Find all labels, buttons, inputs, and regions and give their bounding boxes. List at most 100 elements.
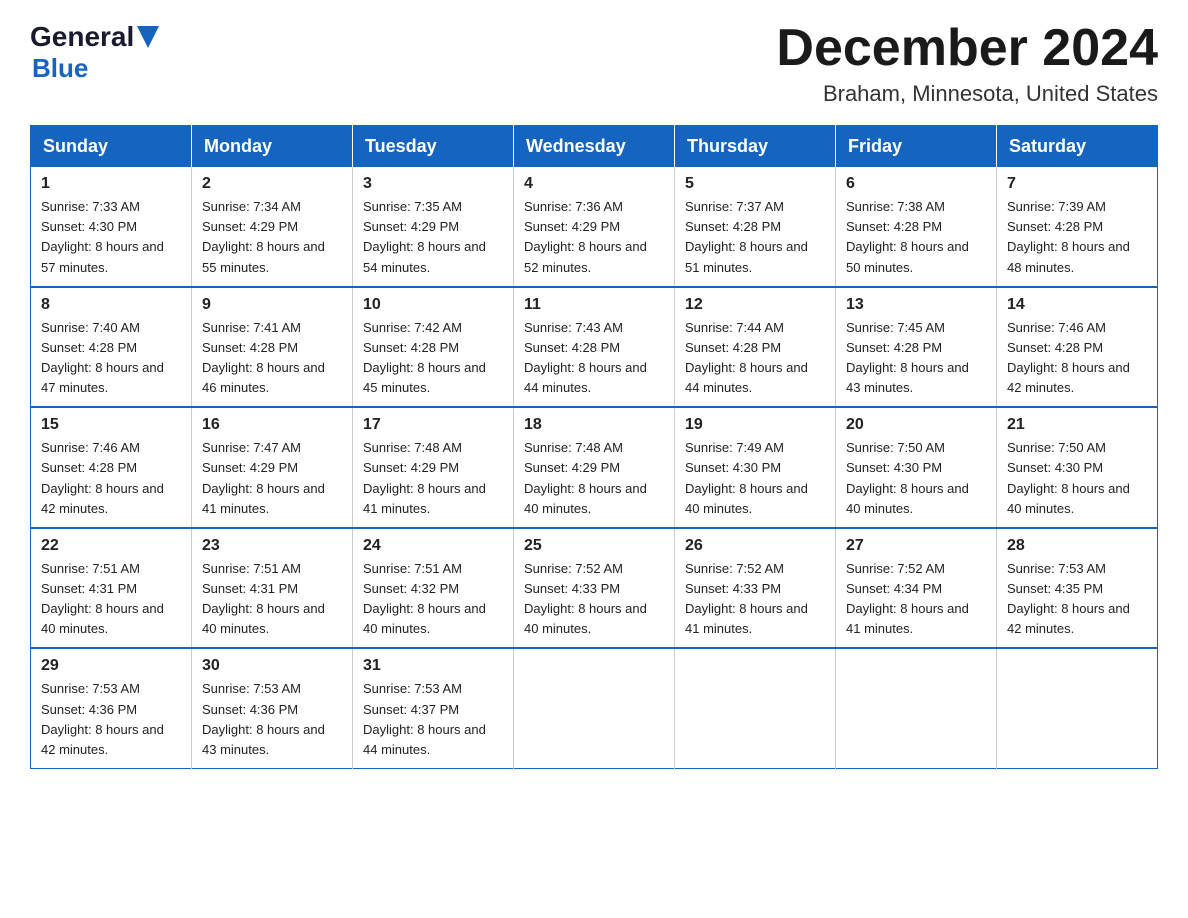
calendar-week-row: 29 Sunrise: 7:53 AMSunset: 4:36 PMDaylig… [31,648,1158,768]
day-number: 2 [202,175,342,193]
day-number: 28 [1007,537,1147,555]
calendar-cell: 1 Sunrise: 7:33 AMSunset: 4:30 PMDayligh… [31,167,192,287]
day-info: Sunrise: 7:45 AMSunset: 4:28 PMDaylight:… [846,320,969,395]
day-info: Sunrise: 7:53 AMSunset: 4:37 PMDaylight:… [363,681,486,756]
day-number: 24 [363,537,503,555]
day-number: 7 [1007,175,1147,193]
calendar-cell: 5 Sunrise: 7:37 AMSunset: 4:28 PMDayligh… [675,167,836,287]
day-info: Sunrise: 7:39 AMSunset: 4:28 PMDaylight:… [1007,199,1130,274]
calendar-cell: 25 Sunrise: 7:52 AMSunset: 4:33 PMDaylig… [514,528,675,649]
day-info: Sunrise: 7:43 AMSunset: 4:28 PMDaylight:… [524,320,647,395]
day-info: Sunrise: 7:44 AMSunset: 4:28 PMDaylight:… [685,320,808,395]
header-sunday: Sunday [31,126,192,168]
day-number: 3 [363,175,503,193]
calendar-table: Sunday Monday Tuesday Wednesday Thursday… [30,125,1158,769]
day-number: 1 [41,175,181,193]
calendar-cell: 3 Sunrise: 7:35 AMSunset: 4:29 PMDayligh… [353,167,514,287]
calendar-cell: 19 Sunrise: 7:49 AMSunset: 4:30 PMDaylig… [675,407,836,528]
day-number: 27 [846,537,986,555]
day-number: 4 [524,175,664,193]
day-info: Sunrise: 7:38 AMSunset: 4:28 PMDaylight:… [846,199,969,274]
day-number: 31 [363,657,503,675]
day-number: 30 [202,657,342,675]
logo-blue-text: Blue [32,53,88,84]
calendar-cell: 12 Sunrise: 7:44 AMSunset: 4:28 PMDaylig… [675,287,836,408]
day-info: Sunrise: 7:50 AMSunset: 4:30 PMDaylight:… [1007,440,1130,515]
calendar-cell: 30 Sunrise: 7:53 AMSunset: 4:36 PMDaylig… [192,648,353,768]
calendar-cell [675,648,836,768]
calendar-cell: 16 Sunrise: 7:47 AMSunset: 4:29 PMDaylig… [192,407,353,528]
header-wednesday: Wednesday [514,126,675,168]
calendar-title: December 2024 [776,20,1158,77]
day-number: 12 [685,296,825,314]
logo: General Blue [30,20,159,84]
page-header: General Blue December 2024 Braham, Minne… [30,20,1158,107]
day-info: Sunrise: 7:36 AMSunset: 4:29 PMDaylight:… [524,199,647,274]
calendar-cell: 7 Sunrise: 7:39 AMSunset: 4:28 PMDayligh… [997,167,1158,287]
calendar-cell: 9 Sunrise: 7:41 AMSunset: 4:28 PMDayligh… [192,287,353,408]
calendar-cell: 11 Sunrise: 7:43 AMSunset: 4:28 PMDaylig… [514,287,675,408]
calendar-cell: 24 Sunrise: 7:51 AMSunset: 4:32 PMDaylig… [353,528,514,649]
day-info: Sunrise: 7:51 AMSunset: 4:31 PMDaylight:… [41,561,164,636]
day-number: 16 [202,416,342,434]
day-number: 6 [846,175,986,193]
calendar-cell [514,648,675,768]
calendar-week-row: 15 Sunrise: 7:46 AMSunset: 4:28 PMDaylig… [31,407,1158,528]
calendar-cell: 29 Sunrise: 7:53 AMSunset: 4:36 PMDaylig… [31,648,192,768]
calendar-cell: 31 Sunrise: 7:53 AMSunset: 4:37 PMDaylig… [353,648,514,768]
day-info: Sunrise: 7:41 AMSunset: 4:28 PMDaylight:… [202,320,325,395]
logo-general-text: General [30,21,134,53]
header-tuesday: Tuesday [353,126,514,168]
day-number: 29 [41,657,181,675]
calendar-cell: 6 Sunrise: 7:38 AMSunset: 4:28 PMDayligh… [836,167,997,287]
day-number: 13 [846,296,986,314]
day-info: Sunrise: 7:52 AMSunset: 4:33 PMDaylight:… [685,561,808,636]
calendar-cell: 27 Sunrise: 7:52 AMSunset: 4:34 PMDaylig… [836,528,997,649]
day-number: 5 [685,175,825,193]
day-number: 23 [202,537,342,555]
day-number: 10 [363,296,503,314]
day-info: Sunrise: 7:34 AMSunset: 4:29 PMDaylight:… [202,199,325,274]
day-info: Sunrise: 7:52 AMSunset: 4:33 PMDaylight:… [524,561,647,636]
calendar-cell: 26 Sunrise: 7:52 AMSunset: 4:33 PMDaylig… [675,528,836,649]
day-info: Sunrise: 7:40 AMSunset: 4:28 PMDaylight:… [41,320,164,395]
day-info: Sunrise: 7:48 AMSunset: 4:29 PMDaylight:… [363,440,486,515]
weekday-header-row: Sunday Monday Tuesday Wednesday Thursday… [31,126,1158,168]
calendar-cell: 18 Sunrise: 7:48 AMSunset: 4:29 PMDaylig… [514,407,675,528]
calendar-cell: 15 Sunrise: 7:46 AMSunset: 4:28 PMDaylig… [31,407,192,528]
calendar-cell: 17 Sunrise: 7:48 AMSunset: 4:29 PMDaylig… [353,407,514,528]
calendar-cell: 22 Sunrise: 7:51 AMSunset: 4:31 PMDaylig… [31,528,192,649]
header-saturday: Saturday [997,126,1158,168]
day-info: Sunrise: 7:33 AMSunset: 4:30 PMDaylight:… [41,199,164,274]
title-block: December 2024 Braham, Minnesota, United … [776,20,1158,107]
day-number: 9 [202,296,342,314]
day-info: Sunrise: 7:51 AMSunset: 4:31 PMDaylight:… [202,561,325,636]
day-info: Sunrise: 7:46 AMSunset: 4:28 PMDaylight:… [1007,320,1130,395]
day-number: 11 [524,296,664,314]
day-info: Sunrise: 7:37 AMSunset: 4:28 PMDaylight:… [685,199,808,274]
calendar-subtitle: Braham, Minnesota, United States [776,81,1158,107]
day-info: Sunrise: 7:35 AMSunset: 4:29 PMDaylight:… [363,199,486,274]
day-number: 17 [363,416,503,434]
calendar-cell [997,648,1158,768]
day-info: Sunrise: 7:53 AMSunset: 4:35 PMDaylight:… [1007,561,1130,636]
day-info: Sunrise: 7:42 AMSunset: 4:28 PMDaylight:… [363,320,486,395]
day-number: 19 [685,416,825,434]
day-info: Sunrise: 7:53 AMSunset: 4:36 PMDaylight:… [41,681,164,756]
calendar-cell: 21 Sunrise: 7:50 AMSunset: 4:30 PMDaylig… [997,407,1158,528]
day-info: Sunrise: 7:48 AMSunset: 4:29 PMDaylight:… [524,440,647,515]
calendar-cell: 28 Sunrise: 7:53 AMSunset: 4:35 PMDaylig… [997,528,1158,649]
header-friday: Friday [836,126,997,168]
header-thursday: Thursday [675,126,836,168]
calendar-week-row: 1 Sunrise: 7:33 AMSunset: 4:30 PMDayligh… [31,167,1158,287]
day-number: 20 [846,416,986,434]
calendar-cell: 8 Sunrise: 7:40 AMSunset: 4:28 PMDayligh… [31,287,192,408]
calendar-week-row: 8 Sunrise: 7:40 AMSunset: 4:28 PMDayligh… [31,287,1158,408]
calendar-cell: 14 Sunrise: 7:46 AMSunset: 4:28 PMDaylig… [997,287,1158,408]
calendar-cell: 20 Sunrise: 7:50 AMSunset: 4:30 PMDaylig… [836,407,997,528]
day-info: Sunrise: 7:50 AMSunset: 4:30 PMDaylight:… [846,440,969,515]
day-number: 21 [1007,416,1147,434]
calendar-cell: 13 Sunrise: 7:45 AMSunset: 4:28 PMDaylig… [836,287,997,408]
day-number: 26 [685,537,825,555]
day-info: Sunrise: 7:53 AMSunset: 4:36 PMDaylight:… [202,681,325,756]
